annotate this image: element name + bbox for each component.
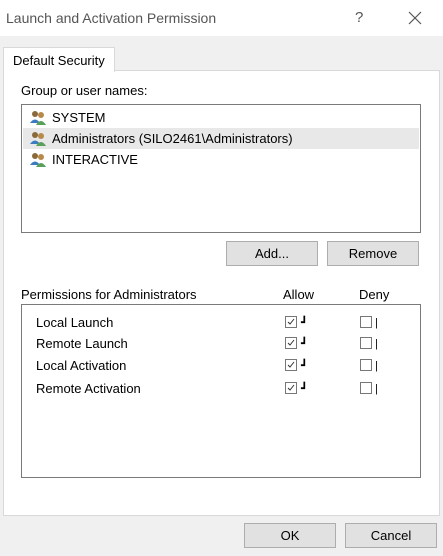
user-group-icon — [29, 110, 47, 126]
list-item-label: INTERACTIVE — [52, 152, 138, 167]
deny-checkbox[interactable] — [360, 359, 372, 371]
indicator-mark: ┛ — [301, 360, 308, 372]
allow-checkbox[interactable] — [285, 316, 297, 328]
remove-button[interactable]: Remove — [327, 241, 419, 266]
perm-row-remote-activation: Remote Activation ┛ | — [22, 378, 420, 399]
perm-row-local-launch: Local Launch ┛ | — [22, 312, 420, 333]
add-button[interactable]: Add... — [226, 241, 318, 266]
indicator-mark: ┛ — [301, 383, 308, 395]
list-item-interactive[interactable]: INTERACTIVE — [23, 149, 419, 170]
group-user-list[interactable]: SYSTEM Administrators (SILO2461\Administ… — [21, 104, 421, 233]
title-bar[interactable]: Launch and Activation Permission ? — [0, 0, 443, 36]
tab-label: Default Security — [13, 53, 105, 68]
indicator-mark: | — [375, 338, 378, 350]
user-group-icon — [29, 152, 47, 168]
close-icon[interactable] — [408, 11, 422, 25]
indicator-mark: ┛ — [301, 338, 308, 350]
deny-checkbox[interactable] — [360, 337, 372, 349]
deny-column-header: Deny — [359, 287, 390, 302]
allow-checkbox[interactable] — [285, 382, 297, 394]
list-item-label: SYSTEM — [52, 110, 106, 125]
allow-checkbox[interactable] — [285, 337, 297, 349]
perm-row-local-activation: Local Activation ┛ | — [22, 355, 420, 376]
tab-default-security[interactable]: Default Security — [3, 47, 115, 72]
user-group-icon — [29, 131, 47, 147]
window-title: Launch and Activation Permission — [6, 10, 217, 26]
indicator-mark: | — [375, 317, 378, 329]
indicator-mark: | — [375, 383, 378, 395]
deny-checkbox[interactable] — [360, 316, 372, 328]
permission-name: Remote Activation — [36, 381, 141, 396]
permissions-list: Local Launch ┛ | Remote Launch ┛ | Local… — [21, 304, 421, 478]
cancel-button[interactable]: Cancel — [345, 523, 437, 548]
permissions-label: Permissions for Administrators — [21, 287, 197, 302]
list-item-label: Administrators (SILO2461\Administrators) — [52, 131, 293, 146]
list-item-system[interactable]: SYSTEM — [23, 107, 419, 128]
list-item-administrators[interactable]: Administrators (SILO2461\Administrators) — [23, 128, 419, 149]
indicator-mark: ┛ — [301, 317, 308, 329]
help-button[interactable]: ? — [355, 9, 363, 26]
allow-column-header: Allow — [283, 287, 315, 302]
permission-name: Local Launch — [36, 315, 114, 330]
perm-row-remote-launch: Remote Launch ┛ | — [22, 333, 420, 354]
group-names-label: Group or user names: — [21, 83, 148, 98]
deny-checkbox[interactable] — [360, 382, 372, 394]
permission-name: Remote Launch — [36, 336, 128, 351]
indicator-mark: | — [375, 360, 378, 372]
permission-name: Local Activation — [36, 358, 127, 373]
ok-button[interactable]: OK — [244, 523, 336, 548]
allow-checkbox[interactable] — [285, 359, 297, 371]
